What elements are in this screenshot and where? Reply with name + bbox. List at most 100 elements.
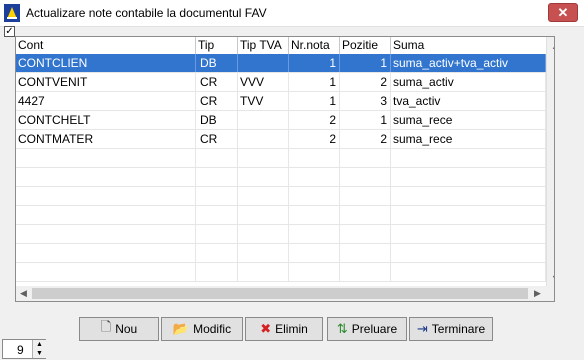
- folder-open-icon: 📂: [172, 321, 190, 336]
- cell-tip[interactable]: CR: [196, 92, 238, 110]
- cell-cont[interactable]: CONTCHELT: [16, 111, 196, 129]
- empty-row: [16, 225, 546, 244]
- modify-button[interactable]: 📂 Modific: [161, 317, 243, 341]
- empty-cell: [289, 168, 340, 186]
- empty-cell: [340, 168, 391, 186]
- empty-cell: [289, 149, 340, 167]
- empty-cell: [196, 244, 238, 262]
- cell-tip[interactable]: CR: [196, 73, 238, 91]
- cell-tip[interactable]: CR: [196, 130, 238, 148]
- cell-suma[interactable]: tva_activ: [391, 92, 546, 110]
- page-spinner[interactable]: 9 ▲ ▼: [2, 339, 46, 359]
- empty-cell: [391, 187, 546, 205]
- delete-button[interactable]: ✖ Elimin: [245, 317, 323, 341]
- empty-cell: [340, 149, 391, 167]
- cell-nr-nota[interactable]: 2: [289, 111, 340, 129]
- table-row[interactable]: CONTVENIT CR VVV 1 2 suma_activ: [16, 73, 546, 92]
- empty-row: [16, 263, 546, 282]
- cell-tip-tva[interactable]: VVV: [238, 73, 289, 91]
- cell-nr-nota[interactable]: 1: [289, 92, 340, 110]
- new-button[interactable]: 🗋 Nou: [79, 317, 159, 341]
- accounting-notes-grid[interactable]: Cont Tip Tip TVA Nr.nota Pozitie Suma CO…: [15, 36, 555, 302]
- column-header-tip[interactable]: Tip: [196, 37, 238, 54]
- exit-door-icon: ⇥: [416, 321, 428, 336]
- cell-suma[interactable]: suma_activ+tva_activ: [391, 54, 546, 72]
- column-header-pozitie[interactable]: Pozitie: [340, 37, 391, 54]
- import-icon: ⇅: [336, 321, 348, 336]
- scroll-left-icon[interactable]: ◀: [16, 286, 31, 301]
- spin-down-icon[interactable]: ▼: [33, 349, 46, 358]
- cell-tip-tva[interactable]: [238, 54, 289, 72]
- window-title: Actualizare note contabile la documentul…: [26, 6, 267, 20]
- empty-cell: [391, 168, 546, 186]
- import-button[interactable]: ⇅ Preluare: [327, 317, 407, 341]
- horizontal-scroll-thumb[interactable]: [32, 288, 528, 299]
- empty-cell: [340, 225, 391, 243]
- cell-pozitie[interactable]: 2: [340, 130, 391, 148]
- empty-cell: [196, 263, 238, 281]
- cell-pozitie[interactable]: 2: [340, 73, 391, 91]
- cell-suma[interactable]: suma_activ: [391, 73, 546, 91]
- empty-cell: [238, 206, 289, 224]
- options-checkbox[interactable]: ✓: [4, 26, 15, 37]
- empty-cell: [16, 187, 196, 205]
- table-row[interactable]: CONTMATER CR 2 2 suma_rece: [16, 130, 546, 149]
- grid-header: Cont Tip Tip TVA Nr.nota Pozitie Suma: [16, 37, 554, 55]
- scroll-up-icon[interactable]: ▲: [548, 38, 554, 53]
- empty-cell: [289, 263, 340, 281]
- check-icon: ✓: [5, 26, 14, 37]
- cell-suma[interactable]: suma_rece: [391, 111, 546, 129]
- close-button[interactable]: ✕: [548, 3, 578, 22]
- cell-pozitie[interactable]: 3: [340, 92, 391, 110]
- column-header-tip-tva[interactable]: Tip TVA: [238, 37, 289, 54]
- scroll-right-icon[interactable]: ▶: [530, 286, 545, 301]
- cell-pozitie[interactable]: 1: [340, 54, 391, 72]
- empty-cell: [16, 149, 196, 167]
- import-button-label: Preluare: [351, 322, 398, 336]
- empty-row: [16, 168, 546, 187]
- cell-nr-nota[interactable]: 2: [289, 130, 340, 148]
- empty-cell: [16, 263, 196, 281]
- empty-cell: [340, 244, 391, 262]
- scrollbar-corner: [546, 286, 554, 301]
- empty-cell: [238, 244, 289, 262]
- empty-cell: [391, 206, 546, 224]
- horizontal-scrollbar[interactable]: ◀ ▶: [16, 286, 546, 301]
- cell-cont[interactable]: CONTMATER: [16, 130, 196, 148]
- table-row[interactable]: 4427 CR TVV 1 3 tva_activ: [16, 92, 546, 111]
- cell-cont[interactable]: 4427: [16, 92, 196, 110]
- empty-cell: [289, 225, 340, 243]
- finish-button[interactable]: ⇥ Terminare: [409, 317, 493, 341]
- column-header-cont[interactable]: Cont: [16, 37, 196, 54]
- cell-cont[interactable]: CONTCLIEN: [16, 54, 196, 72]
- cell-tip[interactable]: DB: [196, 54, 238, 72]
- scroll-down-icon[interactable]: ▼: [548, 270, 554, 285]
- column-header-nr-nota[interactable]: Nr.nota: [289, 37, 340, 54]
- empty-cell: [196, 187, 238, 205]
- empty-cell: [196, 149, 238, 167]
- table-row[interactable]: CONTCLIEN DB 1 1 suma_activ+tva_activ: [16, 54, 546, 73]
- cell-tip-tva[interactable]: TVV: [238, 92, 289, 110]
- empty-row: [16, 244, 546, 263]
- app-icon: [4, 4, 20, 22]
- cell-suma[interactable]: suma_rece: [391, 130, 546, 148]
- empty-cell: [391, 244, 546, 262]
- vertical-scrollbar[interactable]: ▲ ▼: [546, 37, 554, 286]
- finish-button-label: Terminare: [431, 322, 486, 336]
- empty-cell: [340, 206, 391, 224]
- column-header-suma[interactable]: Suma: [391, 37, 546, 54]
- table-row[interactable]: CONTCHELT DB 2 1 suma_rece: [16, 111, 546, 130]
- cell-nr-nota[interactable]: 1: [289, 73, 340, 91]
- empty-cell: [196, 225, 238, 243]
- spinner-value[interactable]: 9: [17, 343, 24, 357]
- cell-pozitie[interactable]: 1: [340, 111, 391, 129]
- cell-tip-tva[interactable]: [238, 111, 289, 129]
- close-icon: ✕: [557, 4, 569, 20]
- cell-tip[interactable]: DB: [196, 111, 238, 129]
- empty-cell: [16, 225, 196, 243]
- empty-cell: [391, 225, 546, 243]
- cell-cont[interactable]: CONTVENIT: [16, 73, 196, 91]
- cell-nr-nota[interactable]: 1: [289, 54, 340, 72]
- cell-tip-tva[interactable]: [238, 130, 289, 148]
- spin-up-icon[interactable]: ▲: [33, 340, 46, 349]
